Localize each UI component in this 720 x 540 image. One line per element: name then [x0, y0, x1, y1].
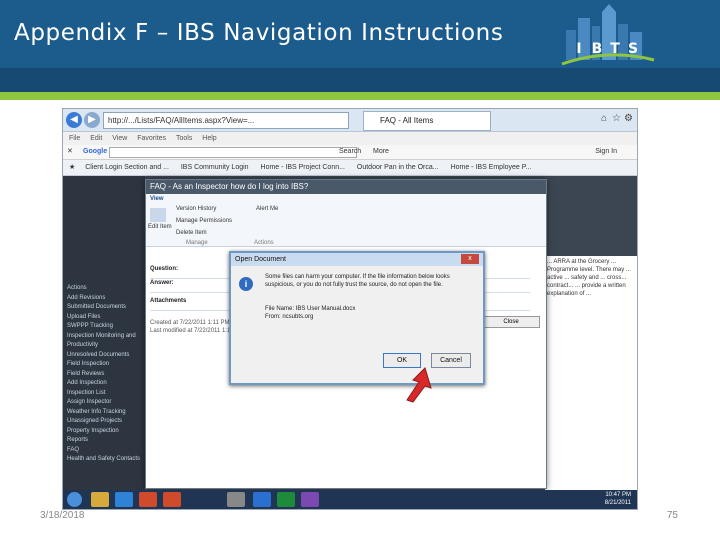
- slide-header: Appendix F – IBS Navigation Instructions…: [0, 0, 720, 68]
- google-toolbar: ✕ Google Search More Sign In: [63, 145, 637, 160]
- embedded-screenshot: ◀ ▶ http://.../Lists/FAQ/AllItems.aspx?V…: [62, 108, 638, 510]
- browser-toolbar: ◀ ▶ http://.../Lists/FAQ/AllItems.aspx?V…: [63, 109, 637, 132]
- favorite-link[interactable]: Outdoor Pan in the Orca...: [357, 164, 439, 171]
- nav-item[interactable]: FAQ: [67, 446, 145, 456]
- calculator-icon[interactable]: [227, 492, 245, 507]
- nav-item[interactable]: Submitted Documents: [67, 303, 145, 313]
- close-button[interactable]: Close: [482, 316, 540, 328]
- forward-icon[interactable]: ▶: [84, 112, 100, 128]
- favorite-link[interactable]: Home - IBS Project Conn...: [261, 164, 345, 171]
- open-document-title: Open Document: [231, 253, 483, 266]
- tab-faq-all-items[interactable]: FAQ - All Items: [363, 111, 491, 131]
- file-explorer-icon[interactable]: [91, 492, 109, 507]
- sign-in-link[interactable]: Sign In: [595, 145, 617, 159]
- alert-me-button[interactable]: Alert Me: [256, 206, 278, 212]
- quick-launch-nav: Actions Add Revisions Submitted Document…: [67, 284, 145, 465]
- ribbon: View Edit Item Version History Manage Pe…: [146, 194, 546, 247]
- skyline-icon: [561, 4, 655, 66]
- file-details: File Name: IBS User Manual.docx From: nc…: [265, 305, 355, 321]
- logo-letter: S: [627, 41, 639, 57]
- menu-item-tools[interactable]: Tools: [176, 135, 192, 142]
- clock[interactable]: 10:47 PM 8/21/2011: [605, 491, 631, 507]
- slide-title: Appendix F – IBS Navigation Instructions: [14, 20, 504, 46]
- menu-item-file[interactable]: File: [69, 135, 80, 142]
- logo-letter: T: [610, 41, 620, 57]
- home-icon[interactable]: ⌂: [601, 113, 607, 124]
- favorites-star-icon[interactable]: ☆: [612, 113, 621, 124]
- edit-item-icon[interactable]: [150, 208, 166, 222]
- favorite-link[interactable]: Client Login Section and ...: [85, 164, 169, 171]
- menu-item-favorites[interactable]: Favorites: [137, 135, 166, 142]
- version-history-button[interactable]: Version History: [176, 206, 216, 212]
- slide-date: 3/18/2018: [40, 510, 85, 521]
- file-source: From: ncsubts.org: [265, 314, 314, 320]
- favorites-bar: ★ Client Login Section and ... IBS Commu…: [63, 160, 637, 176]
- sharepoint-sidebar: Actions Add Revisions Submitted Document…: [63, 176, 145, 490]
- header-stripe: [0, 68, 720, 92]
- open-document-dialog: Open Document x i Some files can harm yo…: [229, 251, 485, 385]
- more-button[interactable]: More: [373, 145, 389, 159]
- manage-permissions-button[interactable]: Manage Permissions: [176, 218, 232, 224]
- pointer-arrow-icon: [406, 367, 432, 403]
- menu-item-edit[interactable]: Edit: [90, 135, 102, 142]
- faq-dialog-title: FAQ - As an Inspector how do I log into …: [146, 180, 546, 194]
- favorite-link[interactable]: Home - IBS Employee P...: [451, 164, 532, 171]
- nav-item[interactable]: Field Reviews: [67, 370, 145, 380]
- search-button[interactable]: Search: [339, 145, 361, 159]
- clock-time: 10:47 PM: [605, 492, 631, 498]
- start-button-icon[interactable]: [67, 492, 82, 507]
- powerpoint-icon[interactable]: [139, 492, 157, 507]
- gear-icon[interactable]: ⚙: [624, 113, 633, 124]
- back-icon[interactable]: ◀: [66, 112, 82, 128]
- favorites-star-icon[interactable]: ★: [69, 164, 75, 171]
- page-body-text: ... ARRA at the Grocery ... Programme le…: [545, 256, 637, 490]
- nav-item[interactable]: Inspection Monitoring and: [67, 332, 145, 342]
- google-search-input[interactable]: [109, 147, 357, 158]
- nav-item[interactable]: Actions: [67, 284, 145, 294]
- nav-item[interactable]: Unassigned Projects: [67, 417, 145, 427]
- menu-bar: File Edit View Favorites Tools Help: [63, 132, 637, 145]
- delete-item-button[interactable]: Delete Item: [176, 230, 207, 236]
- nav-item[interactable]: Upload Files: [67, 313, 145, 323]
- excel-icon[interactable]: [277, 492, 295, 507]
- nav-item[interactable]: Unresolved Documents: [67, 351, 145, 361]
- logo-letter: I: [576, 41, 582, 57]
- browser-icon[interactable]: [115, 492, 133, 507]
- taskbar: 10:47 PM 8/21/2011: [63, 490, 637, 509]
- nav-item[interactable]: Productivity: [67, 341, 145, 351]
- word-icon[interactable]: [253, 492, 271, 507]
- favorite-link[interactable]: IBS Community Login: [181, 164, 249, 171]
- edit-item-button[interactable]: Edit Item: [148, 224, 172, 230]
- google-label: Google: [83, 148, 108, 155]
- info-icon: i: [239, 277, 253, 291]
- ribbon-group-manage: Manage: [186, 240, 208, 246]
- close-icon[interactable]: ✕: [67, 145, 73, 159]
- file-name: File Name: IBS User Manual.docx: [265, 306, 356, 312]
- menu-item-help[interactable]: Help: [202, 135, 216, 142]
- menu-item-view[interactable]: View: [112, 135, 127, 142]
- address-bar[interactable]: http://.../Lists/FAQ/AllItems.aspx?View=…: [103, 112, 349, 129]
- created-info: Created at 7/22/2011 1:11 PM: [150, 320, 230, 326]
- close-icon[interactable]: x: [461, 254, 479, 264]
- ibts-logo: I B T S: [558, 4, 658, 68]
- nav-item[interactable]: Inspection List: [67, 389, 145, 399]
- nav-item[interactable]: Property Inspection: [67, 427, 145, 437]
- nav-item[interactable]: Add Revisions: [67, 294, 145, 304]
- logo-letter: B: [591, 41, 603, 57]
- nav-item[interactable]: SWPPP Tracking: [67, 322, 145, 332]
- nav-item[interactable]: Field Inspection: [67, 360, 145, 370]
- nav-item[interactable]: Health and Safety Contacts: [67, 455, 145, 465]
- nav-item[interactable]: Reports: [67, 436, 145, 446]
- nav-item[interactable]: Weather Info Tracking: [67, 408, 145, 418]
- tab-view[interactable]: View: [150, 196, 164, 202]
- onenote-icon[interactable]: [301, 492, 319, 507]
- header-accent-stripe: [0, 92, 720, 100]
- ribbon-group-actions: Actions: [254, 240, 274, 246]
- warning-message: Some files can harm your computer. If th…: [265, 274, 450, 288]
- powerpoint-icon[interactable]: [163, 492, 181, 507]
- clock-date: 8/21/2011: [604, 500, 631, 506]
- nav-item[interactable]: Assign Inspector: [67, 398, 145, 408]
- nav-item[interactable]: Add Inspection: [67, 379, 145, 389]
- slide-page-number: 75: [666, 510, 678, 521]
